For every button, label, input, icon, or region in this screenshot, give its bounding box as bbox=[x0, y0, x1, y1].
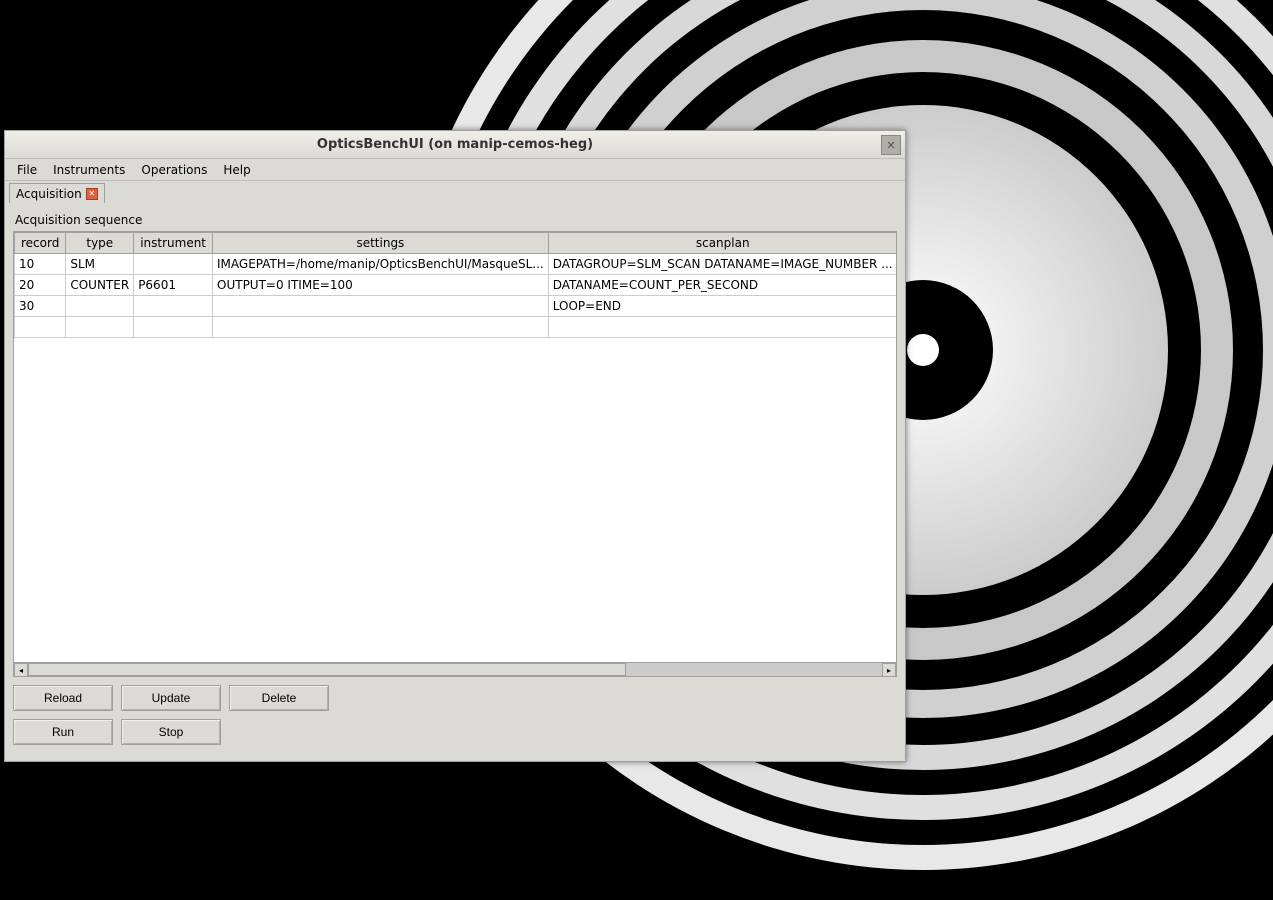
cell-instrument[interactable]: P6601 bbox=[134, 275, 213, 296]
table-row[interactable]: 10 SLM IMAGEPATH=/home/manip/OpticsBench… bbox=[15, 254, 898, 275]
cell-instrument[interactable] bbox=[134, 317, 213, 338]
scroll-right-icon[interactable]: ▸ bbox=[882, 663, 896, 677]
table-row[interactable] bbox=[15, 317, 898, 338]
menu-operations[interactable]: Operations bbox=[133, 161, 215, 179]
cell-record[interactable]: 10 bbox=[15, 254, 66, 275]
tab-close-icon[interactable]: ✕ bbox=[86, 188, 98, 200]
cell-instrument[interactable] bbox=[134, 254, 213, 275]
delete-button[interactable]: Delete bbox=[229, 685, 329, 711]
application-window: OpticsBenchUI (on manip-cemos-heg) ✕ Fil… bbox=[4, 130, 906, 762]
cell-scanplan[interactable] bbox=[548, 317, 897, 338]
col-header-type[interactable]: type bbox=[66, 233, 134, 254]
table-row[interactable]: 30 LOOP=END bbox=[15, 296, 898, 317]
close-icon[interactable]: ✕ bbox=[881, 135, 901, 155]
acquisition-table[interactable]: record type instrument settings scanplan… bbox=[14, 232, 897, 338]
table-container: record type instrument settings scanplan… bbox=[13, 231, 897, 677]
cell-type[interactable]: SLM bbox=[66, 254, 134, 275]
cell-settings[interactable]: IMAGEPATH=/home/manip/OpticsBenchUI/Masq… bbox=[213, 254, 549, 275]
cell-settings[interactable] bbox=[213, 296, 549, 317]
cell-record[interactable]: 30 bbox=[15, 296, 66, 317]
titlebar[interactable]: OpticsBenchUI (on manip-cemos-heg) ✕ bbox=[5, 131, 905, 159]
tab-label: Acquisition bbox=[16, 187, 82, 201]
col-header-record[interactable]: record bbox=[15, 233, 66, 254]
cell-record[interactable] bbox=[15, 317, 66, 338]
cell-type[interactable]: COUNTER bbox=[66, 275, 134, 296]
table-row[interactable]: 20 COUNTER P6601 OUTPUT=0 ITIME=100 DATA… bbox=[15, 275, 898, 296]
horizontal-scrollbar[interactable]: ◂ ▸ bbox=[14, 662, 896, 676]
cell-scanplan[interactable]: DATANAME=COUNT_PER_SECOND bbox=[548, 275, 897, 296]
cell-settings[interactable]: OUTPUT=0 ITIME=100 bbox=[213, 275, 549, 296]
menu-instruments[interactable]: Instruments bbox=[45, 161, 133, 179]
run-button[interactable]: Run bbox=[13, 719, 113, 745]
menubar: File Instruments Operations Help bbox=[5, 159, 905, 181]
menu-file[interactable]: File bbox=[9, 161, 45, 179]
update-button[interactable]: Update bbox=[121, 685, 221, 711]
section-label: Acquisition sequence bbox=[13, 207, 897, 231]
button-panel: Reload Update Delete Run Stop bbox=[13, 677, 897, 753]
col-header-settings[interactable]: settings bbox=[213, 233, 549, 254]
window-title: OpticsBenchUI (on manip-cemos-heg) bbox=[317, 137, 593, 152]
cell-instrument[interactable] bbox=[134, 296, 213, 317]
cell-record[interactable]: 20 bbox=[15, 275, 66, 296]
tab-acquisition[interactable]: Acquisition ✕ bbox=[9, 183, 105, 203]
cell-settings[interactable] bbox=[213, 317, 549, 338]
stop-button[interactable]: Stop bbox=[121, 719, 221, 745]
cell-type[interactable] bbox=[66, 296, 134, 317]
col-header-scanplan[interactable]: scanplan bbox=[548, 233, 897, 254]
col-header-instrument[interactable]: instrument bbox=[134, 233, 213, 254]
tabbar: Acquisition ✕ bbox=[5, 181, 905, 203]
table-header-row: record type instrument settings scanplan bbox=[15, 233, 898, 254]
menu-help[interactable]: Help bbox=[215, 161, 258, 179]
scroll-left-icon[interactable]: ◂ bbox=[14, 663, 28, 677]
cell-type[interactable] bbox=[66, 317, 134, 338]
cell-scanplan[interactable]: DATAGROUP=SLM_SCAN DATANAME=IMAGE_NUMBER… bbox=[548, 254, 897, 275]
scroll-thumb[interactable] bbox=[28, 663, 626, 676]
reload-button[interactable]: Reload bbox=[13, 685, 113, 711]
cell-scanplan[interactable]: LOOP=END bbox=[548, 296, 897, 317]
scroll-track[interactable] bbox=[28, 663, 882, 676]
content-area: Acquisition sequence record type instrum… bbox=[5, 203, 905, 761]
